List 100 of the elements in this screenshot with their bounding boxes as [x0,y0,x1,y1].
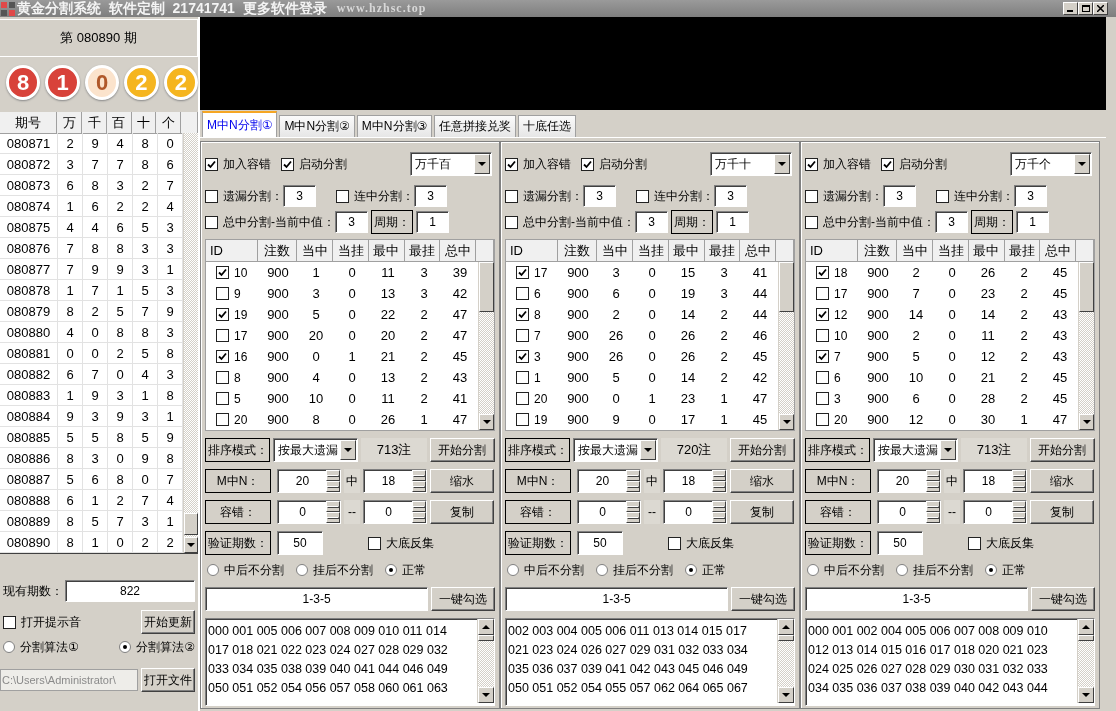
column-header[interactable]: 十 [131,112,157,134]
button[interactable]: 复制 [730,500,794,524]
pattern-field[interactable]: 1-3-5 [205,587,429,611]
radio-button[interactable] [296,564,308,576]
spin-box[interactable]: 18 [963,469,1027,493]
checkbox[interactable] [668,536,681,550]
button[interactable]: 开始更新 [141,610,195,634]
checkbox[interactable] [816,392,829,405]
input-field[interactable]: 3 [883,185,916,207]
column-header[interactable]: 当挂 [333,240,369,262]
column-header[interactable]: 个 [156,112,182,134]
column-header[interactable]: 最中 [968,240,1005,262]
close-button[interactable] [1093,2,1108,15]
column-header[interactable]: 总中 [440,240,477,262]
column-header[interactable]: 期号 [0,112,58,134]
radio-button[interactable] [3,641,15,653]
input-field[interactable]: 3 [635,211,668,233]
checkbox[interactable] [816,308,829,321]
column-header[interactable]: 当中 [897,240,934,262]
button[interactable]: 缩水 [1030,469,1094,493]
dropdown[interactable]: 按最大遗漏 [273,438,359,462]
spin-box[interactable]: 20 [877,469,941,493]
spin-box[interactable]: 0 [363,500,427,524]
input-field[interactable]: 1 [1016,211,1049,233]
spin-box[interactable]: 20 [277,469,341,493]
checkbox[interactable] [816,329,829,342]
vertical-scrollbar[interactable] [183,133,198,553]
checkbox[interactable] [216,371,229,384]
button[interactable]: 缩水 [730,469,794,493]
input-field[interactable]: 50 [877,531,923,555]
checkbox[interactable] [805,215,818,229]
input-field[interactable]: 1 [416,211,449,233]
spin-box[interactable]: 0 [663,500,727,524]
spin-box[interactable]: 0 [963,500,1027,524]
button[interactable]: 开始分割 [429,438,495,462]
checkbox[interactable] [216,287,229,300]
checkbox[interactable] [336,189,349,203]
spin-box[interactable]: 18 [663,469,727,493]
column-header[interactable]: 最挂 [1004,240,1041,262]
spin-box[interactable]: 0 [577,500,641,524]
dropdown[interactable]: 万千百 [410,152,492,176]
checkbox[interactable] [816,350,829,363]
checkbox[interactable] [205,215,218,229]
column-header[interactable]: 注数 [257,240,298,262]
spin-box[interactable]: 0 [277,500,341,524]
dropdown[interactable]: 按最大遗漏 [573,438,659,462]
input-field[interactable]: 3 [714,185,747,207]
button[interactable]: 开始分割 [1029,438,1095,462]
column-header[interactable]: ID [206,240,258,262]
column-header[interactable]: 注数 [857,240,898,262]
checkbox[interactable] [805,157,818,171]
input-field[interactable]: 3 [935,211,968,233]
checkbox[interactable] [936,189,949,203]
column-header[interactable]: 总中 [740,240,777,262]
radio-button[interactable] [985,564,997,576]
checkbox[interactable] [968,536,981,550]
button[interactable]: 开始分割 [729,438,795,462]
vertical-scrollbar[interactable] [778,262,794,430]
dropdown[interactable]: 按最大遗漏 [873,438,959,462]
checkbox[interactable] [516,392,529,405]
tab[interactable]: M中N分割① [202,111,278,137]
tab[interactable]: 十底任选 [518,115,577,137]
minimize-button[interactable] [1063,2,1078,15]
checkbox[interactable] [281,157,294,171]
button[interactable]: 缩水 [430,469,494,493]
checkbox[interactable] [505,215,518,229]
tab[interactable]: 任意拼接兑奖 [434,115,517,137]
checkbox[interactable] [516,329,529,342]
dropdown[interactable]: 万千个 [1010,152,1092,176]
checkbox[interactable] [216,329,229,342]
column-header[interactable]: 总中 [1040,240,1077,262]
checkbox[interactable] [216,413,229,426]
vertical-scrollbar[interactable] [1078,262,1094,430]
input-field[interactable]: 1 [716,211,749,233]
column-header[interactable]: 万 [57,112,83,134]
checkbox[interactable] [816,413,829,426]
maximize-button[interactable] [1078,2,1093,15]
button[interactable]: 一键勾选 [1031,587,1095,611]
checkbox[interactable] [881,157,894,171]
column-header[interactable]: 千 [82,112,107,134]
checkbox[interactable] [3,615,16,629]
radio-button[interactable] [507,564,519,576]
column-header[interactable]: 当中 [297,240,334,262]
radio-button[interactable] [119,641,132,653]
checkbox[interactable] [205,189,218,203]
radio-button[interactable] [685,564,697,576]
input-field[interactable]: 3 [283,185,316,207]
checkbox[interactable] [816,371,829,384]
vertical-scrollbar[interactable] [777,619,794,703]
checkbox[interactable] [505,157,518,171]
checkbox[interactable] [516,413,529,426]
column-header[interactable]: 当中 [597,240,634,262]
checkbox[interactable] [216,266,229,279]
checkbox[interactable] [516,308,529,321]
pattern-field[interactable]: 1-3-5 [805,587,1029,611]
dropdown[interactable]: 万千十 [710,152,792,176]
checkbox[interactable] [216,392,229,405]
column-header[interactable]: 最挂 [404,240,441,262]
checkbox[interactable] [216,308,229,321]
column-header[interactable]: 当挂 [933,240,969,262]
